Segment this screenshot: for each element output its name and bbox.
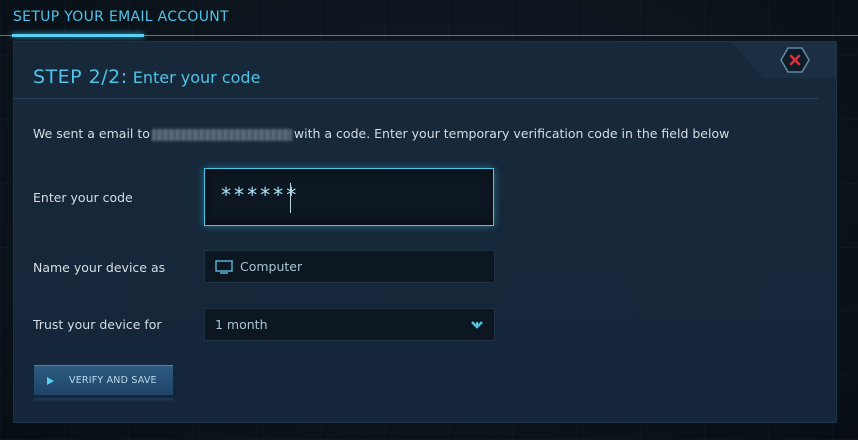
code-label: Enter your code bbox=[33, 190, 133, 205]
step-subtitle: Enter your code bbox=[132, 68, 261, 87]
text-caret bbox=[290, 183, 291, 213]
instruction-after: with a code. Enter your temporary verifi… bbox=[293, 126, 730, 141]
close-icon bbox=[780, 47, 810, 73]
device-name-label: Name your device as bbox=[33, 260, 166, 275]
trust-label: Trust your device for bbox=[33, 317, 162, 332]
trust-duration-select[interactable]: 1 month bbox=[204, 308, 495, 341]
window-title: SETUP YOUR EMAIL ACCOUNT bbox=[13, 9, 229, 25]
device-name-input[interactable]: Computer bbox=[204, 250, 495, 283]
verify-button-label: VERIFY AND SAVE bbox=[69, 375, 157, 386]
trust-duration-value: 1 month bbox=[215, 317, 268, 332]
monitor-icon bbox=[215, 259, 233, 274]
verify-and-save-button[interactable]: VERIFY AND SAVE bbox=[34, 365, 173, 402]
step-number: STEP 2/2: bbox=[33, 66, 128, 88]
header-accent-bar bbox=[12, 34, 144, 37]
code-value: ****** bbox=[220, 183, 299, 207]
window-header: SETUP YOUR EMAIL ACCOUNT bbox=[0, 0, 858, 37]
play-icon bbox=[47, 376, 54, 385]
step-title: STEP 2/2: Enter your code bbox=[33, 66, 260, 88]
instruction-text: We sent a email to with a code. Enter you… bbox=[33, 126, 729, 141]
chevron-down-icon[interactable] bbox=[470, 318, 484, 332]
setup-panel: STEP 2/2: Enter your code We sent a emai… bbox=[13, 41, 837, 423]
instruction-before: We sent a email to bbox=[33, 126, 150, 141]
redacted-email bbox=[151, 128, 292, 141]
code-input[interactable]: ****** bbox=[204, 168, 494, 226]
title-divider bbox=[14, 98, 818, 99]
close-button[interactable] bbox=[780, 47, 810, 73]
device-name-value: Computer bbox=[240, 259, 303, 274]
